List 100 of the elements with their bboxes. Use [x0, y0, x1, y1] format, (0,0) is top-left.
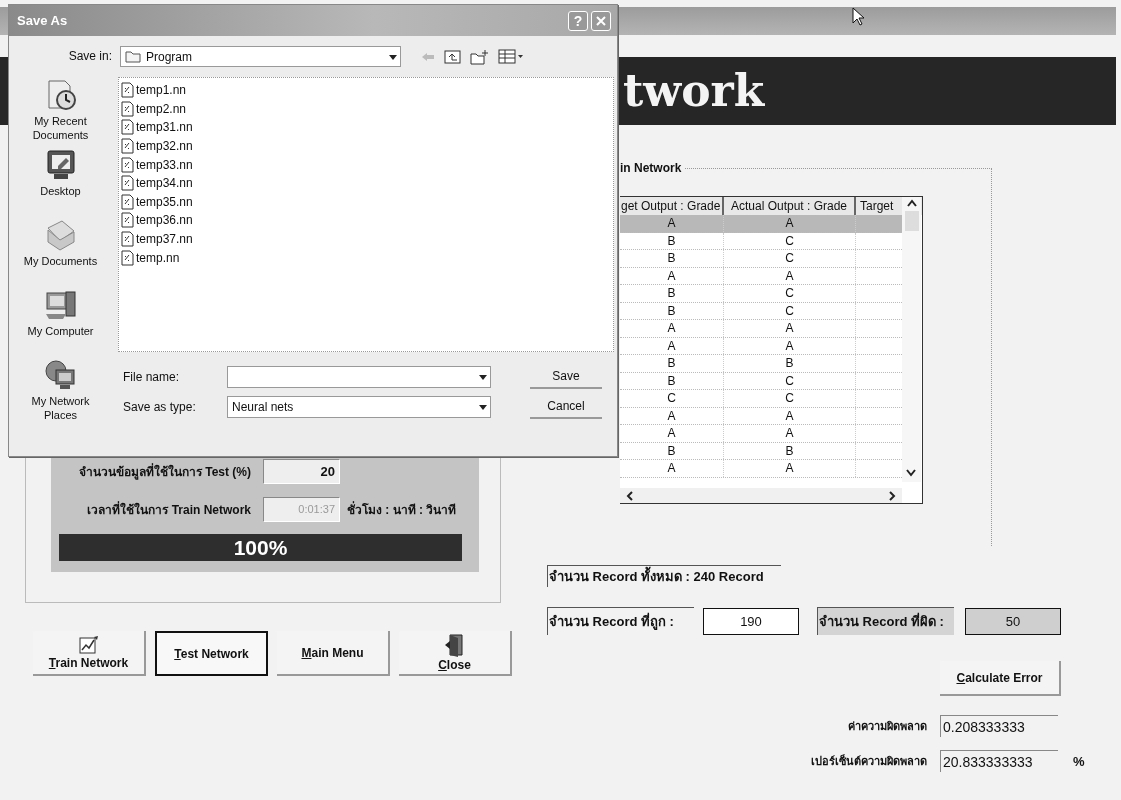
file-icon	[121, 249, 134, 266]
table-row[interactable]: B B	[620, 355, 902, 373]
table-cell: C	[724, 372, 856, 389]
field-label: เวลาที่ใช้ในการ Train Network	[86, 500, 251, 519]
file-item[interactable]: temp.nn	[121, 248, 613, 267]
table-row[interactable]: B C	[620, 285, 902, 303]
file-icon	[121, 119, 134, 136]
input-field[interactable]: 20	[263, 458, 340, 484]
scroll-up-icon[interactable]	[904, 197, 919, 209]
table-row[interactable]: A A	[620, 337, 902, 355]
field-label: Save as type:	[123, 399, 197, 414]
vertical-scrollbar[interactable]	[902, 197, 921, 482]
place-label[interactable]: My Computer	[16, 324, 105, 338]
table-row[interactable]: A A	[620, 267, 902, 285]
network-icon[interactable]	[43, 358, 78, 392]
cursor-icon	[852, 7, 864, 26]
table-row[interactable]: A A	[620, 215, 902, 233]
table-row[interactable]: A A	[620, 407, 902, 425]
field-label: Save in:	[67, 48, 112, 65]
file-icon	[121, 212, 134, 229]
table-cell: C	[620, 390, 724, 407]
table-cell: B	[620, 232, 724, 249]
place-label[interactable]: My Recent Documents	[16, 114, 105, 142]
field-label: เปอร์เซ็นต์ความผิดพลาด	[810, 753, 927, 769]
file-item[interactable]: temp1.nn	[121, 81, 613, 100]
table-cell: A	[620, 407, 724, 424]
table-row[interactable]: B B	[620, 442, 902, 460]
table-row[interactable]: B C	[620, 302, 902, 320]
file-icon	[121, 138, 134, 155]
record-total-label: จำนวน Record ทั้งหมด : 240 Record	[547, 565, 781, 587]
column-header[interactable]: Target	[856, 197, 902, 215]
scroll-thumb[interactable]	[904, 211, 919, 231]
door-icon	[443, 633, 466, 657]
file-item[interactable]: temp31.nn	[121, 118, 613, 137]
file-name-field[interactable]	[227, 365, 491, 388]
table-row[interactable]: A A	[620, 425, 902, 443]
table-cell: A	[724, 215, 856, 232]
dialog-title: Save As	[17, 13, 69, 28]
place-label[interactable]: My Network Places	[16, 394, 105, 422]
action-button[interactable]: Test Network	[155, 631, 268, 676]
value-field[interactable]: 20.833333333	[940, 750, 1058, 772]
table-cell: B	[620, 372, 724, 389]
table-cell: C	[724, 250, 856, 267]
record-label: จำนวน Record ที่ถูก :	[547, 607, 694, 635]
file-item[interactable]: temp32.nn	[121, 136, 613, 156]
banner-title: twork	[623, 69, 765, 113]
file-item[interactable]: temp36.nn	[121, 211, 613, 230]
file-item[interactable]: temp37.nn	[121, 229, 613, 249]
computer-icon[interactable]	[43, 288, 78, 322]
file-item[interactable]: temp34.nn	[121, 173, 613, 193]
table-row[interactable]: A A	[620, 320, 902, 338]
horizontal-scrollbar[interactable]	[620, 488, 902, 503]
scroll-left-icon[interactable]	[624, 488, 636, 503]
table-cell: B	[620, 250, 724, 267]
table-row[interactable]: C C	[620, 390, 902, 408]
table-cell: A	[620, 215, 724, 232]
field-label: ค่าความผิดพลาด	[847, 719, 927, 734]
up-folder-icon[interactable]	[444, 49, 461, 64]
place-label[interactable]: My Documents	[16, 254, 105, 268]
file-icon	[121, 82, 134, 99]
view-menu-icon[interactable]	[498, 49, 524, 64]
file-icon	[121, 231, 134, 248]
file-item[interactable]: temp35.nn	[121, 192, 613, 212]
table-cell: B	[620, 285, 724, 302]
close-button[interactable]: Close	[399, 631, 512, 676]
file-type-dropdown[interactable]: Neural nets	[227, 395, 491, 418]
progress-text: 100%	[233, 535, 288, 560]
unit-label: ชั่วโมง : นาที : วินาที	[347, 500, 457, 519]
chart-icon	[77, 635, 100, 655]
table-row[interactable]: B C	[620, 250, 902, 268]
file-item[interactable]: temp33.nn	[121, 155, 613, 174]
table-cell: C	[724, 232, 856, 249]
file-item[interactable]: temp2.nn	[121, 99, 613, 119]
table-cell: A	[724, 267, 856, 284]
unit-label: %	[1073, 753, 1085, 769]
action-button[interactable]: Main Menu	[277, 631, 390, 676]
table-row[interactable]: B C	[620, 232, 902, 250]
table-row[interactable]: A A	[620, 460, 902, 478]
place-label[interactable]: Desktop	[16, 184, 105, 198]
table-cell: A	[620, 267, 724, 284]
calculate-button[interactable]: Calculate Error	[940, 661, 1061, 696]
table-cell: B	[620, 355, 724, 372]
field-label: จำนวนข้อมูลที่ใช้ในการ Test (%)	[77, 462, 251, 481]
scroll-right-icon[interactable]	[886, 488, 898, 503]
new-folder-icon[interactable]	[470, 48, 489, 65]
value-field[interactable]: 190	[703, 607, 799, 635]
table-cell: C	[724, 285, 856, 302]
table-cell: B	[620, 442, 724, 459]
action-button[interactable]: Train Network	[33, 631, 146, 676]
field-label: File name:	[123, 369, 181, 384]
value-field[interactable]: 50	[965, 607, 1061, 635]
close-button[interactable]	[591, 10, 611, 31]
table-cell: B	[620, 302, 724, 319]
folder-dropdown[interactable]: Program	[120, 46, 401, 67]
close-icon	[595, 14, 607, 27]
table-row[interactable]: B C	[620, 372, 902, 390]
table-cell: A	[724, 337, 856, 354]
value-field[interactable]: 0.208333333	[940, 715, 1058, 737]
table-cell: A	[620, 320, 724, 337]
file-icon	[121, 175, 134, 192]
